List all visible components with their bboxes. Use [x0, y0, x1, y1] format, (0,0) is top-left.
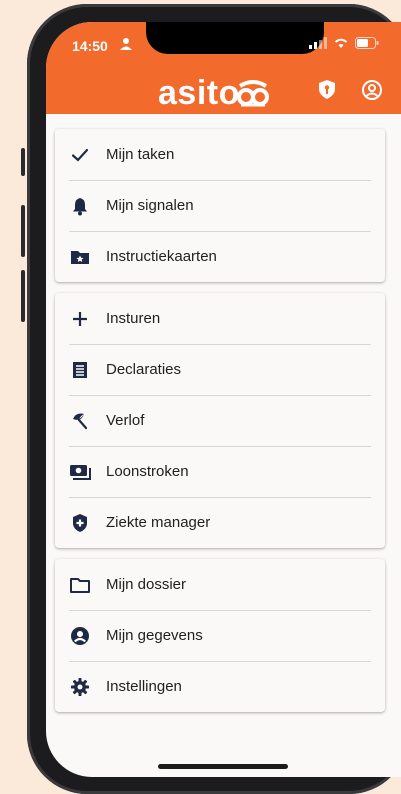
menu-item-verlof[interactable]: Verlof: [55, 395, 385, 446]
menu-item-label: Declaraties: [106, 361, 182, 378]
menu-item-label: Verlof: [106, 412, 145, 429]
menu-item-label: Mijn gegevens: [106, 627, 203, 644]
brand-logo-icon: [236, 80, 270, 113]
starred-folder-icon: [69, 246, 91, 268]
menu-item-label: Instellingen: [106, 678, 182, 695]
plus-icon: [69, 308, 91, 330]
shield-icon[interactable]: [316, 78, 338, 100]
gear-icon: [69, 676, 91, 698]
camera-notch: [146, 22, 324, 54]
menu-item-mijn-signalen[interactable]: Mijn signalen: [55, 180, 385, 231]
menu-item-instructiekaarten[interactable]: Instructiekaarten: [55, 231, 385, 282]
receipt-icon: [69, 359, 91, 381]
menu-item-label: Mijn signalen: [106, 197, 194, 214]
payslip-icon: [69, 461, 91, 483]
wifi-icon: [334, 38, 348, 48]
phone-side-button: [21, 148, 25, 176]
menu-item-label: Loonstroken: [106, 463, 189, 480]
phone-volume-down: [21, 270, 25, 322]
app-screen: 14:50 asito Mijn taken Mijn signalen Ins…: [46, 22, 401, 777]
battery-icon: [355, 37, 379, 49]
medical-shield-icon: [69, 512, 91, 534]
menu-item-mijn-dossier[interactable]: Mijn dossier: [55, 559, 385, 610]
user-circle-icon: [69, 625, 91, 647]
status-icons: [309, 37, 379, 49]
signal-icon: [309, 37, 327, 49]
menu-item-label: Mijn taken: [106, 146, 175, 163]
home-indicator[interactable]: [158, 764, 288, 769]
menu-item-instellingen[interactable]: Instellingen: [55, 661, 385, 712]
phone-volume-up: [21, 205, 25, 257]
menu-item-label: Instructiekaarten: [106, 248, 217, 265]
app-header: 14:50 asito: [46, 22, 401, 114]
menu-card-tasks: Mijn taken Mijn signalen Instructiekaart…: [55, 129, 385, 282]
check-icon: [69, 144, 91, 166]
menu-item-insturen[interactable]: Insturen: [55, 293, 385, 344]
menu-item-loonstroken[interactable]: Loonstroken: [55, 446, 385, 497]
menu-card-profile: Mijn dossier Mijn gegevens Instellingen: [55, 559, 385, 712]
status-time: 14:50: [72, 38, 108, 54]
menu-item-label: Ziekte manager: [106, 514, 211, 531]
menu-item-mijn-taken[interactable]: Mijn taken: [55, 129, 385, 180]
menu-item-ziekte-manager[interactable]: Ziekte manager: [55, 497, 385, 548]
menu-item-label: Mijn dossier: [106, 576, 187, 593]
account-icon[interactable]: [360, 78, 384, 102]
menu-item-mijn-gegevens[interactable]: Mijn gegevens: [55, 610, 385, 661]
bell-icon: [69, 195, 91, 217]
beach-umbrella-icon: [69, 410, 91, 432]
folder-icon: [69, 574, 91, 596]
brand-logo-text: asito: [158, 74, 240, 112]
menu-item-declaraties[interactable]: Declaraties: [55, 344, 385, 395]
person-status-icon: [120, 37, 132, 56]
menu-item-label: Insturen: [106, 310, 161, 327]
menu-card-submissions: Insturen Declaraties Verlof Loonstroken …: [55, 293, 385, 548]
